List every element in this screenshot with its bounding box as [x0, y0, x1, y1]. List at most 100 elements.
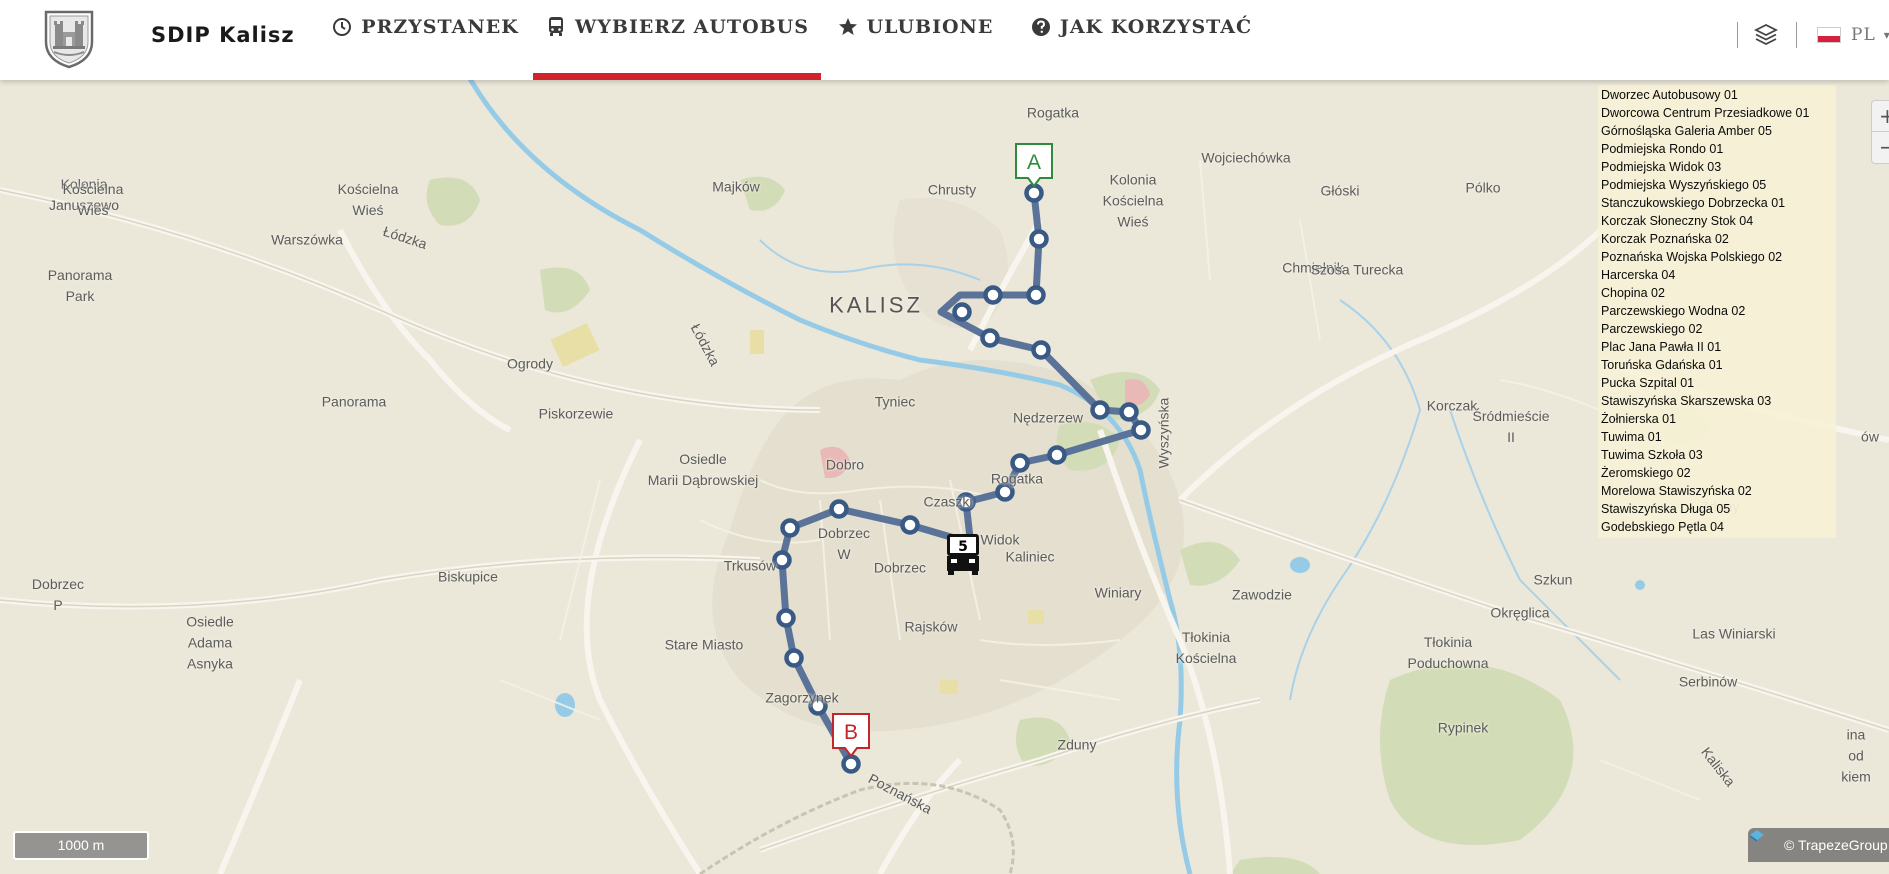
stop-list-item[interactable]: Żeromskiego 02: [1601, 464, 1836, 482]
place-label: Szosa Turecka: [1310, 261, 1404, 278]
tab-przystanek[interactable]: PRZYSTANEK: [330, 0, 520, 80]
stop-list-item[interactable]: Chopina 02: [1601, 284, 1836, 302]
tab-ulubione[interactable]: ULUBIONE: [835, 0, 995, 80]
place-label: Las Winiarski: [1692, 625, 1776, 642]
place-label: Rogatka: [1026, 104, 1080, 121]
route-stop-marker[interactable]: [776, 608, 796, 628]
place-label: Nędzerzew: [1012, 409, 1084, 426]
place-label: Serbinów: [1678, 673, 1738, 690]
separator: [1796, 22, 1797, 48]
route-map[interactable]: A B 5 Kolonia Januszewo Kościelna Wieś Koś…: [0, 31, 1889, 874]
stop-list-item[interactable]: Morelowa Stawiszyńska 02: [1601, 482, 1836, 500]
bus-vehicle-marker[interactable]: 5: [947, 534, 979, 575]
stop-list-item[interactable]: Tuwima 01: [1601, 428, 1836, 446]
app-title: SDIP Kalisz: [151, 23, 295, 47]
route-start-label: A: [1027, 151, 1041, 174]
stop-list-item[interactable]: Godebskiego Pętla 04: [1601, 518, 1836, 536]
place-label: Warszówka: [271, 231, 343, 248]
stop-list-item[interactable]: Stanczukowskiego Dobrzecka 01: [1601, 194, 1836, 212]
stop-list-item[interactable]: Podmiejska Rondo 01: [1601, 140, 1836, 158]
route-stop-marker[interactable]: [900, 515, 920, 535]
tab-przystanek-label: PRZYSTANEK: [361, 16, 519, 38]
stop-list-item[interactable]: Toruńska Gdańska 01: [1601, 356, 1836, 374]
place-label: Piskorzewie: [538, 405, 614, 422]
stop-list-item[interactable]: Plac Jana Pawła II 01: [1601, 338, 1836, 356]
top-navigation-bar: SDIP Kalisz PRZYSTANEK WYBIERZ AUTOBUS U…: [0, 0, 1889, 80]
language-selector[interactable]: PL ▾: [1817, 22, 1889, 48]
stop-list-item[interactable]: Poznańska Wojska Polskiego 02: [1601, 248, 1836, 266]
place-label: Dobrzec W: [817, 525, 871, 562]
route-stop-marker[interactable]: [784, 648, 804, 668]
place-label: Zagorzynek: [765, 689, 839, 706]
stop-list-item[interactable]: Parczewskiego 02: [1601, 320, 1836, 338]
route-stop-marker[interactable]: [1024, 183, 1044, 203]
attribution-text: © TrapezeGroup: [1784, 837, 1888, 853]
route-stop-marker[interactable]: [829, 499, 849, 519]
route-stop-marker[interactable]: [1131, 420, 1151, 440]
clock-icon: [331, 16, 353, 38]
route-stop-marker[interactable]: [983, 285, 1003, 305]
stop-list-item[interactable]: Dworcowa Centrum Przesiadkowe 01: [1601, 104, 1836, 122]
place-label: Winiary: [1094, 584, 1142, 601]
place-label: Zawodzie: [1232, 586, 1292, 603]
route-stop-marker[interactable]: [1026, 285, 1046, 305]
place-label: Chrusty: [927, 181, 977, 198]
place-label: Osiedle Marii Dąbrowskiej: [647, 451, 759, 488]
place-label: KALISZ: [829, 292, 923, 318]
stop-list-item[interactable]: Podmiejska Wyszyńskiego 05: [1601, 176, 1836, 194]
route-stops-list: Dworzec Autobusowy 01 Dworcowa Centrum Pr…: [1598, 85, 1836, 538]
route-stop-marker[interactable]: [1047, 445, 1067, 465]
city-coat-of-arms-logo[interactable]: [40, 8, 98, 70]
zoom-in-button[interactable]: +: [1872, 101, 1889, 132]
question-circle-icon: [1030, 16, 1052, 38]
app-window: SDIP Kalisz PRZYSTANEK WYBIERZ AUTOBUS U…: [0, 0, 1889, 874]
route-stop-marker[interactable]: [772, 550, 792, 570]
route-stop-marker[interactable]: [980, 328, 1000, 348]
tab-wybierz-autobus[interactable]: WYBIERZ AUTOBUS: [533, 0, 821, 80]
tab-jak-korzystac[interactable]: JAK KORZYSTAĆ: [1028, 0, 1254, 80]
stop-list-item[interactable]: Tuwima Szkoła 03: [1601, 446, 1836, 464]
stop-list-item[interactable]: Harcerska 04: [1601, 266, 1836, 284]
route-stop-marker[interactable]: [1090, 400, 1110, 420]
stop-list-item[interactable]: Dworzec Autobusowy 01: [1601, 86, 1836, 104]
route-stop-marker[interactable]: [1029, 229, 1049, 249]
route-stop-marker[interactable]: [1031, 340, 1051, 360]
zoom-out-button[interactable]: −: [1872, 132, 1889, 163]
place-label: Kaliniec: [1005, 548, 1055, 565]
stop-list-item[interactable]: Korczak Poznańska 02: [1601, 230, 1836, 248]
tab-wybierz-autobus-label: WYBIERZ AUTOBUS: [575, 16, 809, 38]
stop-list-item[interactable]: Stawiszyńska Skarszewska 03: [1601, 392, 1836, 410]
stop-list-item[interactable]: Żołnierska 01: [1601, 410, 1836, 428]
place-label: Biskupice: [438, 568, 498, 585]
place-label: Panorama Park: [47, 267, 113, 304]
route-stop-marker[interactable]: [1119, 402, 1139, 422]
place-label: Dobrzec: [873, 559, 927, 576]
place-label: Majków: [712, 178, 760, 195]
stop-list-item[interactable]: Pucka Szpital 01: [1601, 374, 1836, 392]
route-stop-marker[interactable]: [841, 754, 861, 774]
place-label: Czaszki: [923, 493, 973, 510]
place-label: ów: [1861, 428, 1879, 445]
route-stop-marker[interactable]: [952, 302, 972, 322]
map-attribution[interactable]: © TrapezeGroup: [1748, 828, 1889, 862]
place-label: Pólko: [1465, 179, 1501, 196]
stop-list-item[interactable]: Górnośląska Galeria Amber 05: [1601, 122, 1836, 140]
layers-button[interactable]: [1753, 22, 1779, 48]
stop-list-item[interactable]: Parczewskiego Wodna 02: [1601, 302, 1836, 320]
place-label: Wojciechówka: [1201, 149, 1291, 166]
map-scale: 1000 m: [13, 831, 149, 860]
trapeze-logo-icon: [1750, 830, 1778, 852]
place-label: Panorama: [321, 393, 387, 410]
place-label: Tyniec: [874, 393, 916, 410]
tab-jak-korzystac-label: JAK KORZYSTAĆ: [1059, 16, 1253, 38]
place-label: Ogrody: [507, 355, 553, 372]
place-label: Osiedle Adama Asnyka: [186, 613, 234, 672]
stop-list-item[interactable]: Podmiejska Widok 03: [1601, 158, 1836, 176]
place-label: Rogatka: [990, 470, 1044, 487]
stop-list-item[interactable]: Korczak Słoneczny Stok 04: [1601, 212, 1836, 230]
place-label: Okręglica: [1490, 604, 1550, 621]
route-stop-marker[interactable]: [780, 518, 800, 538]
place-label: Dobrzec P: [31, 576, 85, 613]
stop-list-item[interactable]: Stawiszyńska Długa 05: [1601, 500, 1836, 518]
place-label: Kościelna Wieś: [337, 181, 399, 218]
